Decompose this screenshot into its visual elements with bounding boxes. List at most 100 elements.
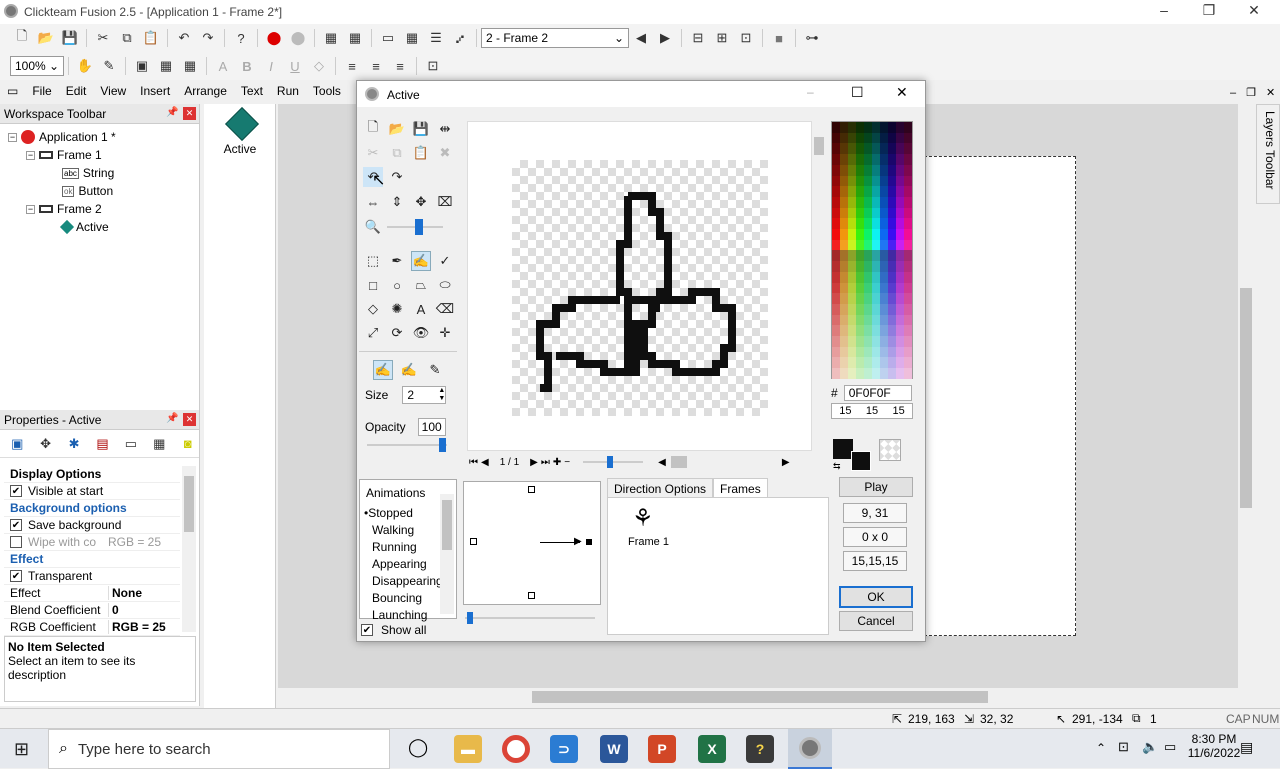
zoom-slider[interactable] — [387, 219, 443, 235]
color-swatch[interactable] — [904, 325, 912, 337]
color-swatch[interactable] — [840, 325, 848, 337]
color-swatch[interactable] — [880, 122, 888, 133]
color-swatch[interactable] — [848, 186, 856, 198]
stop-icon[interactable]: ⬤ — [264, 28, 284, 48]
property-row[interactable]: Wipe with co RGB = 25 — [4, 534, 180, 551]
color-swatch[interactable] — [832, 357, 840, 369]
color-swatch[interactable] — [896, 186, 904, 198]
color-swatch[interactable] — [848, 325, 856, 337]
color-swatch[interactable] — [896, 239, 904, 251]
color-swatch[interactable] — [888, 293, 896, 305]
frame-thumbnail[interactable]: ⚘ — [632, 504, 654, 533]
color-swatch[interactable] — [840, 207, 848, 219]
grid-tab-icon[interactable]: ▦ — [150, 434, 168, 454]
image-area[interactable] — [512, 160, 768, 416]
list-icon[interactable]: ☰ — [426, 28, 446, 48]
property-checkbox[interactable]: ✔ — [10, 570, 22, 582]
copy-icon[interactable]: ⧉ — [387, 143, 407, 163]
color-swatch[interactable] — [896, 207, 904, 219]
color-swatch[interactable] — [888, 282, 896, 294]
color-swatch[interactable] — [896, 164, 904, 176]
color-swatch[interactable] — [904, 336, 912, 347]
color-swatch[interactable] — [856, 154, 864, 166]
property-row[interactable]: ✔ Transparent — [4, 568, 180, 585]
color-swatch[interactable] — [864, 164, 872, 176]
color-swatch[interactable] — [896, 282, 904, 294]
color-swatch[interactable] — [856, 303, 864, 315]
color-swatch[interactable] — [864, 368, 872, 380]
color-swatch[interactable] — [880, 164, 888, 176]
dialog-minimize-button[interactable]: – — [807, 85, 814, 99]
color-swatch[interactable] — [888, 143, 896, 155]
color-swatch[interactable] — [856, 271, 864, 283]
tree-item-frame1[interactable]: − Frame 1 — [26, 148, 102, 162]
color-swatch[interactable] — [840, 293, 848, 305]
color-swatch[interactable] — [880, 132, 888, 144]
color-swatch[interactable] — [880, 368, 888, 380]
direction-handle[interactable] — [528, 486, 535, 493]
color-swatch[interactable] — [896, 261, 904, 273]
color-swatch[interactable] — [880, 250, 888, 262]
events-tab-icon[interactable]: ▭ — [122, 434, 140, 454]
menu-view[interactable]: View — [93, 84, 133, 98]
property-row[interactable]: Background options — [4, 500, 180, 517]
next-frame-icon[interactable]: ▶ — [655, 28, 675, 48]
zoom-slider-thumb[interactable] — [415, 219, 423, 235]
color-swatch[interactable] — [832, 271, 840, 283]
spinner-arrows-icon[interactable]: ▲ ▼ — [438, 387, 445, 403]
color-swatch[interactable] — [896, 196, 904, 208]
color-swatch[interactable] — [864, 336, 872, 347]
color-swatch[interactable] — [904, 271, 912, 283]
color-swatch[interactable] — [880, 293, 888, 305]
color-swatch[interactable] — [848, 314, 856, 326]
color-swatch[interactable] — [840, 164, 848, 176]
prev-frame-icon[interactable]: ◀ — [481, 457, 489, 468]
color-swatch[interactable] — [872, 250, 880, 262]
last-frame-icon[interactable]: ⏭ — [541, 457, 550, 468]
fill-icon[interactable]: ◇ — [309, 56, 329, 76]
menu-tools[interactable]: Tools — [306, 84, 348, 98]
color-swatch[interactable] — [872, 154, 880, 166]
color-swatch[interactable] — [880, 143, 888, 155]
color-swatch[interactable] — [864, 239, 872, 251]
file-explorer-icon[interactable]: ▬ — [454, 735, 482, 763]
color-swatch[interactable] — [848, 164, 856, 176]
event-icon[interactable]: ⑇ — [450, 28, 470, 48]
select-rect-icon[interactable]: ⬚ — [363, 251, 383, 271]
pin-icon[interactable]: 📌 — [166, 413, 178, 424]
color-swatch[interactable] — [896, 271, 904, 283]
color-swatch[interactable] — [904, 250, 912, 262]
color-swatch[interactable] — [864, 143, 872, 155]
color-swatch[interactable] — [888, 196, 896, 208]
network-icon[interactable]: ⊡ — [1118, 739, 1129, 755]
dialog-maximize-button[interactable]: ☐ — [851, 84, 864, 101]
color-swatch[interactable] — [880, 207, 888, 219]
scrollbar-thumb[interactable] — [184, 476, 194, 532]
direction-handle[interactable] — [470, 538, 477, 545]
build-icon[interactable]: ⊶ — [802, 28, 822, 48]
close-icon[interactable]: ✕ — [183, 107, 196, 120]
color-swatch[interactable] — [904, 357, 912, 369]
color-swatch[interactable] — [880, 186, 888, 198]
chrome-icon[interactable] — [502, 735, 530, 763]
brush-style-icon[interactable]: ✎ — [425, 360, 445, 380]
color-swatch[interactable] — [896, 154, 904, 166]
color-swatch[interactable] — [904, 293, 912, 305]
task-view-icon[interactable]: ◯ — [408, 737, 428, 758]
color-swatch[interactable] — [832, 368, 840, 380]
color-swatch[interactable] — [848, 346, 856, 358]
play-button[interactable]: Play — [839, 477, 913, 497]
undo-icon[interactable]: ↶ — [174, 28, 194, 48]
save-icon[interactable]: 💾 — [60, 28, 80, 48]
direction-handle[interactable] — [528, 592, 535, 599]
color-swatch[interactable] — [896, 218, 904, 230]
color-swatch[interactable] — [904, 218, 912, 230]
color-swatch[interactable] — [864, 229, 872, 240]
transparency-icon[interactable]: ⌧ — [435, 192, 455, 212]
color-swatch[interactable] — [848, 303, 856, 315]
mdi-minimize-button[interactable]: – — [1230, 87, 1236, 99]
color-swatch[interactable] — [904, 122, 912, 133]
color-swatch[interactable] — [888, 250, 896, 262]
color-swatch[interactable] — [848, 143, 856, 155]
align-right-icon[interactable]: ≡ — [390, 56, 410, 76]
